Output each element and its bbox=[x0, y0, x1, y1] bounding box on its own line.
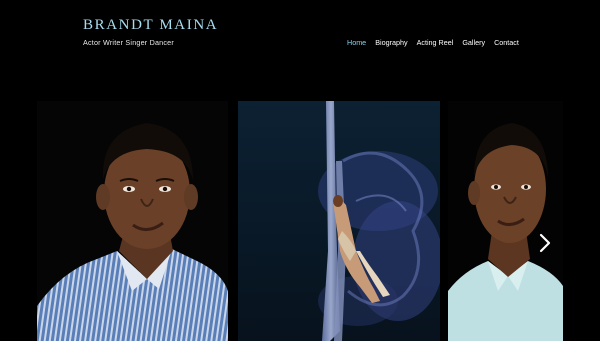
gallery-photo-portrait-striped[interactable] bbox=[37, 101, 228, 341]
gallery-photo-portrait-light[interactable] bbox=[448, 101, 563, 341]
nav-item-acting-reel[interactable]: Acting Reel bbox=[417, 38, 454, 47]
photo-gallery bbox=[0, 101, 600, 341]
nav-item-gallery[interactable]: Gallery bbox=[462, 38, 485, 47]
site-header: BRANDT MAINA Actor Writer Singer Dancer … bbox=[0, 0, 600, 90]
site-tagline: Actor Writer Singer Dancer bbox=[83, 38, 174, 47]
nav-item-biography[interactable]: Biography bbox=[375, 38, 407, 47]
main-nav: Home Biography Acting Reel Gallery Conta… bbox=[347, 38, 519, 47]
gallery-photo-aerial-silk[interactable] bbox=[238, 101, 440, 341]
chevron-right-icon bbox=[539, 233, 551, 253]
aerial-silk-image bbox=[238, 101, 440, 341]
gallery-next-button[interactable] bbox=[538, 233, 552, 253]
nav-item-contact[interactable]: Contact bbox=[494, 38, 519, 47]
portrait-striped-image bbox=[37, 101, 228, 341]
portrait-light-image bbox=[448, 101, 563, 341]
nav-item-home[interactable]: Home bbox=[347, 38, 366, 47]
site-title[interactable]: BRANDT MAINA bbox=[83, 17, 218, 34]
